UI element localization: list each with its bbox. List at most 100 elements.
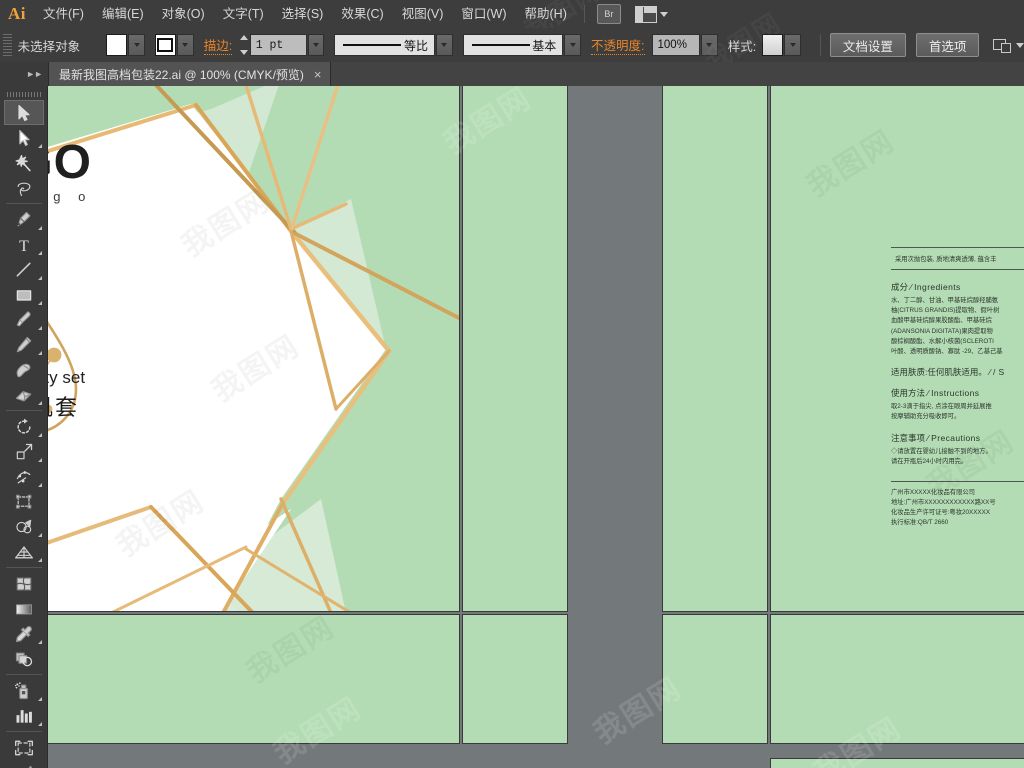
- artboard-bottom-back[interactable]: [770, 614, 1024, 744]
- artboard-bottom-main[interactable]: 我图网: [48, 614, 460, 744]
- selection-tool[interactable]: [3, 100, 44, 125]
- tool-flyout-indicator-icon[interactable]: [37, 351, 42, 355]
- tool-flyout-indicator-icon[interactable]: [37, 326, 42, 330]
- tool-flyout-indicator-icon[interactable]: [37, 276, 42, 280]
- scale-icon: [14, 442, 34, 462]
- direct-select-arrow-icon: [14, 128, 34, 148]
- rotate-tool[interactable]: [4, 414, 44, 439]
- brush-definition-select[interactable]: 基本: [462, 34, 564, 56]
- tool-group-divider: [5, 674, 42, 675]
- artboard-back-info[interactable]: 采用次抛包装, 质地清爽透薄, 蕴含丰 成分 ∕ Ingredients 水、丁二…: [770, 86, 1024, 612]
- symbol-sprayer-tool[interactable]: [4, 678, 44, 703]
- document-tab[interactable]: 最新我图高档包装22.ai @ 100% (CMYK/预览) ×: [48, 62, 331, 86]
- stroke-swatch-dropdown[interactable]: [176, 34, 194, 56]
- stroke-weight-stepper[interactable]: [239, 35, 249, 55]
- graphic-style-dropdown[interactable]: [784, 34, 802, 56]
- lasso-tool[interactable]: [4, 175, 44, 200]
- tool-flyout-indicator-icon[interactable]: [37, 640, 42, 644]
- tool-flyout-indicator-icon[interactable]: [37, 533, 42, 537]
- blend-tool[interactable]: [4, 646, 44, 671]
- artboard-side-panel-left[interactable]: [462, 86, 568, 612]
- control-bar-overflow-chevron-icon[interactable]: [1016, 42, 1024, 48]
- tool-flyout-indicator-icon[interactable]: [37, 433, 42, 437]
- eyedropper-tool[interactable]: [4, 621, 44, 646]
- opacity-label[interactable]: 不透明度:: [591, 35, 645, 55]
- scale-tool[interactable]: [4, 439, 44, 464]
- arrange-documents-button[interactable]: [634, 5, 668, 23]
- stroke-profile-select[interactable]: 等比: [334, 34, 436, 56]
- magic-wand-icon: [14, 153, 34, 173]
- menu-select[interactable]: 选择(S): [273, 0, 333, 28]
- shape-builder-tool[interactable]: [4, 514, 44, 539]
- close-icon[interactable]: ×: [314, 68, 322, 81]
- bar-graph-icon: [14, 706, 34, 726]
- chevron-down-icon: [659, 11, 668, 17]
- opacity-input[interactable]: 100%: [651, 34, 701, 56]
- tool-flyout-indicator-icon[interactable]: [37, 226, 42, 230]
- magic-wand-tool[interactable]: [4, 150, 44, 175]
- menu-effect[interactable]: 效果(C): [332, 0, 392, 28]
- column-graph-tool[interactable]: [4, 703, 44, 728]
- tool-flyout-indicator-icon[interactable]: [37, 301, 42, 305]
- brush-definition-dropdown[interactable]: [564, 34, 582, 56]
- artboard-main-front[interactable]: OGO r l o g o air beauty set 护美肌套 s pene…: [48, 86, 460, 612]
- menu-file[interactable]: 文件(F): [34, 0, 93, 28]
- perspective-grid-tool[interactable]: [4, 539, 44, 564]
- line-segment-tool[interactable]: [4, 257, 44, 282]
- tool-group-divider: [5, 203, 42, 204]
- paintbrush-tool[interactable]: [4, 307, 44, 332]
- tool-flyout-indicator-icon[interactable]: [37, 251, 42, 255]
- tool-flyout-indicator-icon[interactable]: [37, 458, 42, 462]
- graphic-style-swatch[interactable]: [762, 34, 784, 56]
- stroke-weight-input[interactable]: 1 pt: [249, 34, 307, 56]
- preferences-button[interactable]: 首选项: [915, 33, 980, 57]
- menu-window[interactable]: 窗口(W): [452, 0, 515, 28]
- tool-flyout-indicator-icon[interactable]: [37, 144, 42, 148]
- pencil-tool[interactable]: [4, 332, 44, 357]
- tool-flyout-indicator-icon[interactable]: [37, 401, 42, 405]
- eraser-tool[interactable]: [4, 382, 44, 407]
- menu-type[interactable]: 文字(T): [214, 0, 273, 28]
- document-setup-button[interactable]: 文档设置: [829, 33, 906, 57]
- rectangle-tool[interactable]: [4, 282, 44, 307]
- tool-flyout-indicator-icon[interactable]: [37, 697, 42, 701]
- artboard-bottom-side-left[interactable]: [462, 614, 568, 744]
- document-canvas[interactable]: OGO r l o g o air beauty set 护美肌套 s pene…: [48, 86, 1024, 768]
- menu-view[interactable]: 视图(V): [393, 0, 453, 28]
- bridge-button[interactable]: Br: [596, 4, 621, 24]
- artboard-bottom-side-right[interactable]: [662, 614, 768, 744]
- artboard-tool[interactable]: [4, 735, 44, 760]
- panel-expand-button[interactable]: ►►: [0, 62, 48, 86]
- symbol-spray-icon: [14, 681, 34, 701]
- artboard-third-row-back[interactable]: [770, 758, 1024, 768]
- tool-flyout-indicator-icon[interactable]: [37, 722, 42, 726]
- menu-object[interactable]: 对象(O): [153, 0, 214, 28]
- mesh-tool[interactable]: [4, 571, 44, 596]
- pen-tool[interactable]: [4, 207, 44, 232]
- tools-panel-grip[interactable]: [0, 88, 47, 100]
- type-tool[interactable]: T: [4, 232, 44, 257]
- stroke-color-swatch[interactable]: [154, 34, 176, 56]
- gradient-tool[interactable]: [4, 596, 44, 621]
- brush-definition-preview: [471, 44, 530, 46]
- slice-tool[interactable]: [4, 760, 44, 768]
- tool-flyout-indicator-icon[interactable]: [37, 483, 42, 487]
- fill-color-swatch[interactable]: [106, 34, 128, 56]
- fill-swatch-dropdown[interactable]: [128, 34, 145, 56]
- direct-selection-tool[interactable]: [4, 125, 44, 150]
- info-section: 成分 ∕ Ingredients 水、丁二醇、甘油、甲基硅烷醇羟脯氨 柚(CITRU…: [891, 281, 1024, 357]
- artboard-side-panel-right[interactable]: [662, 86, 768, 612]
- stroke-weight-label[interactable]: 描边:: [203, 35, 233, 55]
- free-transform-tool[interactable]: [4, 489, 44, 514]
- arrow-cursor-icon: [14, 103, 34, 123]
- menu-edit[interactable]: 编辑(E): [93, 0, 153, 28]
- menu-help[interactable]: 帮助(H): [516, 0, 576, 28]
- tool-flyout-indicator-icon[interactable]: [37, 558, 42, 562]
- transform-align-icon[interactable]: [993, 37, 1011, 53]
- blob-brush-tool[interactable]: [4, 357, 44, 382]
- stroke-profile-dropdown[interactable]: [436, 34, 453, 56]
- stroke-weight-dropdown[interactable]: [307, 34, 325, 56]
- width-tool[interactable]: [4, 464, 44, 489]
- opacity-dropdown[interactable]: [701, 34, 718, 56]
- control-bar-grip[interactable]: [3, 34, 12, 56]
